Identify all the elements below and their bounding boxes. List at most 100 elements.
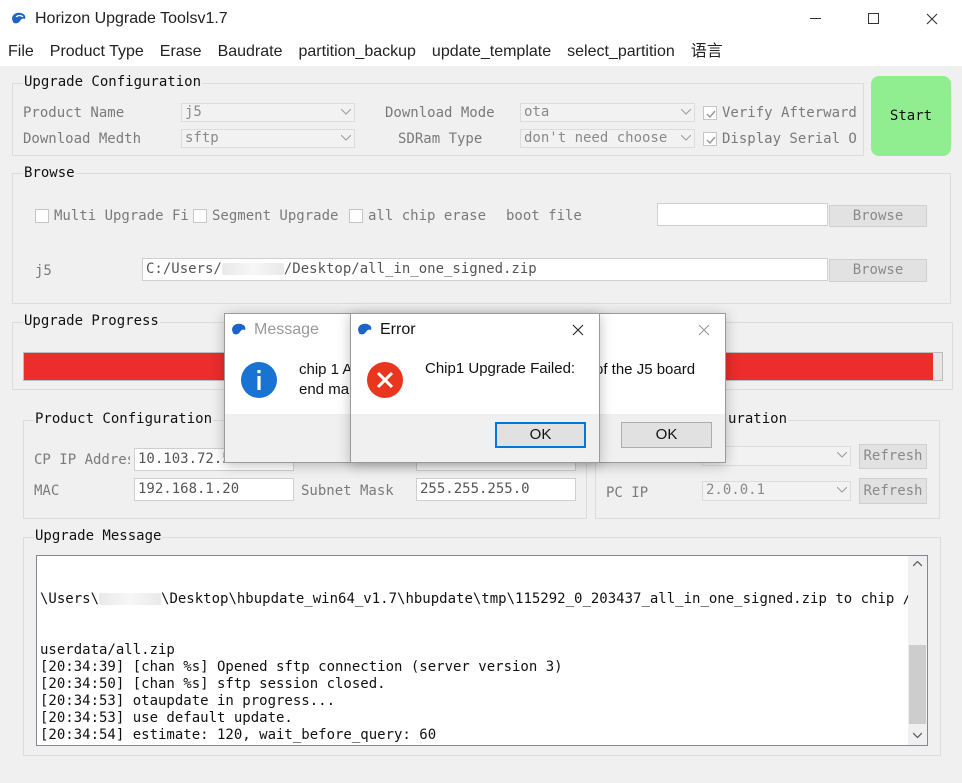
verify-afterward-checkbox[interactable]: Verify Afterward <box>703 105 857 121</box>
menu-partition-backup[interactable]: partition_backup <box>291 38 424 66</box>
menu-product-type[interactable]: Product Type <box>42 38 152 66</box>
close-icon[interactable] <box>572 324 584 336</box>
boot-file-browse-button[interactable]: Browse <box>829 205 927 227</box>
upgrade-message-log[interactable]: \Users\ \Desktop\hbupdate_win64_v1.7\hbup… <box>36 555 928 746</box>
download-mode-label: Download Mode <box>385 105 495 121</box>
pc-ip-value: 2.0.0.1 <box>706 482 766 498</box>
error-dialog: Error Chip1 Upgrade Failed: OK <box>350 313 600 463</box>
segment-upgrade-checkbox[interactable]: Segment Upgrade <box>193 208 338 224</box>
chevron-down-icon <box>341 109 351 115</box>
download-mode-value: ota <box>524 104 550 120</box>
multi-upgrade-checkbox[interactable]: Multi Upgrade Fi <box>35 208 189 224</box>
menu-baudrate[interactable]: Baudrate <box>210 38 291 66</box>
browse-group <box>12 173 951 304</box>
maximize-button[interactable] <box>845 0 903 38</box>
redacted-username <box>221 263 284 275</box>
log-line: [20:34:54] estimate: 120, wait_before_qu… <box>40 727 437 743</box>
checkbox-box <box>193 209 207 223</box>
close-icon[interactable] <box>698 324 710 336</box>
multi-upgrade-label: Multi Upgrade Fi <box>54 208 189 224</box>
message-text-line2: end ma <box>299 381 350 398</box>
error-icon <box>367 362 403 398</box>
upgrade-progress-title: Upgrade Progress <box>23 313 160 329</box>
pc-configuration-title: uration <box>727 411 789 427</box>
product-name-label: Product Name <box>23 105 125 121</box>
all-chip-erase-label: all chip erase <box>368 208 487 224</box>
boot-file-input[interactable] <box>657 203 828 226</box>
menu-update-template[interactable]: update_template <box>424 38 559 66</box>
menu-select-partition[interactable]: select_partition <box>559 38 683 66</box>
check-icon <box>706 136 716 145</box>
refresh-pc-ip-button[interactable]: Refresh <box>859 478 927 504</box>
j5-label: j5 <box>35 263 52 279</box>
error-ok-button[interactable]: OK <box>495 422 586 448</box>
minimize-icon <box>810 18 821 19</box>
display-serial-checkbox[interactable]: Display Serial O <box>703 131 857 147</box>
menu-file[interactable]: File <box>0 38 42 66</box>
checkbox-box <box>703 132 717 146</box>
message-dialog-text: chip 1 A end ma <box>299 360 352 400</box>
error-dialog-titlebar: Error <box>351 314 599 346</box>
j5-path-prefix: C:/Users/ <box>146 261 222 277</box>
cp-ip-label: CP IP Addres <box>34 452 130 468</box>
menu-language[interactable]: 语言 <box>683 38 731 66</box>
checkbox-box <box>349 209 363 223</box>
refresh-adapter-button[interactable]: Refresh <box>859 444 927 469</box>
log-line: [20:34:54] please wait board reboot... <box>40 744 908 745</box>
log-line: [20:34:53] use default update. <box>40 710 293 726</box>
download-method-value: sftp <box>185 130 219 146</box>
scroll-up-icon[interactable] <box>913 561 922 567</box>
app-logo-icon <box>232 323 246 335</box>
sdram-type-value: don't need choose <box>524 130 668 146</box>
error-dialog-body: Chip1 Upgrade Failed: <box>351 346 599 414</box>
scrollbar-thumb[interactable] <box>909 645 926 724</box>
close-button[interactable] <box>903 0 961 38</box>
message-dialog-title: Message <box>254 321 319 338</box>
j5-browse-button[interactable]: Browse <box>829 259 927 282</box>
close-icon <box>926 13 938 25</box>
vertical-scrollbar[interactable] <box>908 556 927 745</box>
start-button[interactable]: Start <box>871 76 951 156</box>
verify-afterward-label: Verify Afterward <box>722 105 857 121</box>
chevron-down-icon <box>341 135 351 141</box>
app-logo-icon <box>358 323 372 335</box>
menu-erase[interactable]: Erase <box>152 38 210 66</box>
mac-input[interactable]: 192.168.1.20 <box>134 478 294 501</box>
message-ok-button[interactable]: OK <box>621 422 712 448</box>
log-line: [20:34:50] [chan %s] sftp session closed… <box>40 676 386 692</box>
minimize-button[interactable] <box>787 0 845 38</box>
chevron-down-icon <box>681 135 691 141</box>
download-method-combo[interactable]: sftp <box>181 129 355 148</box>
j5-path-input[interactable]: C:/Users/ /Desktop/all_in_one_signed.zip <box>142 258 828 281</box>
info-icon <box>241 362 277 398</box>
upgrade-configuration-title: Upgrade Configuration <box>23 74 203 90</box>
window-title: Horizon Upgrade Toolsv1.7 <box>35 10 228 27</box>
subnet-mask-input[interactable]: 255.255.255.0 <box>416 478 576 501</box>
maximize-icon <box>868 13 879 24</box>
redacted-username <box>99 593 162 605</box>
sdram-type-label: SDRam Type <box>398 131 483 147</box>
all-chip-erase-checkbox[interactable]: all chip erase <box>349 208 486 224</box>
chevron-down-icon <box>837 487 847 493</box>
download-mode-combo[interactable]: ota <box>520 103 695 122</box>
boot-file-label: boot file <box>506 208 582 224</box>
message-text-line1-end: of the J5 board <box>595 361 696 378</box>
mac-label: MAC <box>34 483 60 499</box>
error-dialog-title: Error <box>380 321 416 338</box>
check-icon <box>706 110 716 119</box>
pc-ip-label: PC IP <box>606 485 649 501</box>
sdram-type-combo[interactable]: don't need choose <box>520 129 695 148</box>
product-configuration-title: Product Configuration <box>34 411 214 427</box>
title-bar: Horizon Upgrade Toolsv1.7 <box>0 0 962 38</box>
product-name-combo[interactable]: j5 <box>181 103 355 122</box>
product-name-value: j5 <box>185 104 202 120</box>
message-text-line1: chip 1 A <box>299 361 353 378</box>
menu-bar: File Product Type Erase Baudrate partiti… <box>0 38 962 66</box>
upgrade-message-title: Upgrade Message <box>34 528 163 544</box>
segment-upgrade-label: Segment Upgrade <box>212 208 339 224</box>
error-dialog-text: Chip1 Upgrade Failed: <box>425 360 576 377</box>
pc-ip-combo[interactable]: 2.0.0.1 <box>702 481 851 501</box>
scroll-down-icon[interactable] <box>913 732 922 738</box>
log-line: [20:34:53] otaupdate in progress... <box>40 693 336 709</box>
chevron-down-icon <box>837 452 847 458</box>
